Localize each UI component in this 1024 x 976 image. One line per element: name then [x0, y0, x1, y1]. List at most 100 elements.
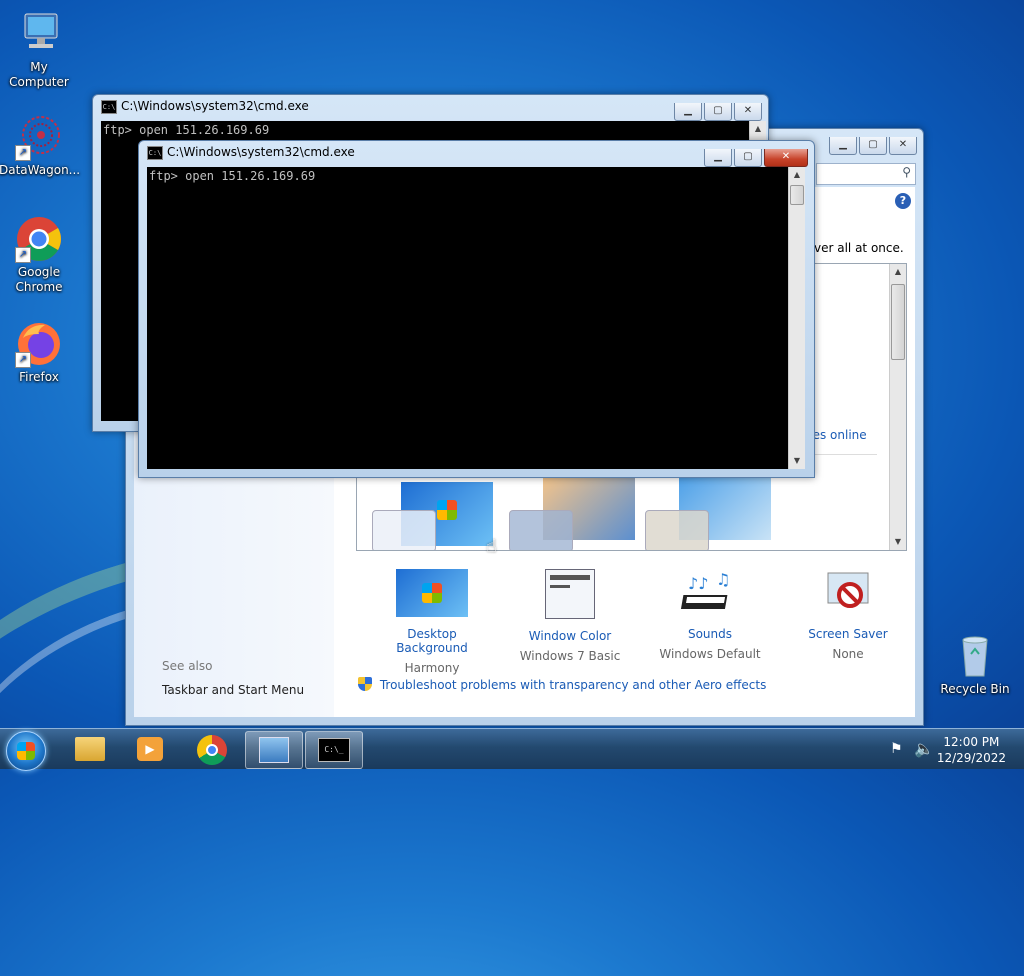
desktop-icon-my-computer[interactable]: My Computer [0, 10, 79, 90]
close-button[interactable]: ✕ [889, 137, 917, 155]
window-color-link: Window Color [528, 629, 612, 643]
taskbar-cmd[interactable]: C:\_ [305, 731, 363, 769]
sounds-value: Windows Default [659, 647, 761, 661]
search-icon: ⚲ [902, 165, 911, 179]
window-caption-buttons: ▁ ▢ ✕ [704, 149, 808, 167]
close-button[interactable]: ✕ [734, 103, 762, 121]
media-player-icon: ▶ [137, 737, 163, 761]
desktop-icon-recycle-bin[interactable]: Recycle Bin [935, 632, 1015, 697]
windows-logo-icon [422, 583, 442, 603]
sounds-link: Sounds [687, 627, 733, 641]
windows-logo-icon [437, 500, 457, 520]
hand-cursor-icon: ☝ [486, 536, 497, 557]
desktop-icon-label: Recycle Bin [940, 682, 1010, 696]
troubleshoot-link[interactable]: Troubleshoot problems with transparency … [380, 678, 767, 692]
svg-text:♪♪: ♪♪ [688, 574, 708, 593]
minimize-button[interactable]: ▁ [829, 137, 857, 155]
control-panel-icon [259, 737, 289, 763]
desktop-icon-firefox[interactable]: ↗ Firefox [0, 320, 79, 385]
search-box[interactable]: ⚲ [816, 163, 916, 185]
clock-date: 12/29/2022 [936, 751, 1006, 765]
window-caption-buttons: ▁ ▢ ✕ [829, 137, 917, 155]
taskbar-chrome[interactable] [184, 731, 240, 767]
cmd-back-titlebar[interactable]: C:\ C:\Windows\system32\cmd.exe [93, 95, 768, 119]
cmd-front-title: C:\Windows\system32\cmd.exe [167, 145, 355, 159]
console-line: ftp> open 151.26.169.69 [149, 169, 316, 183]
window-color-bar [550, 585, 570, 588]
taskbar: ▶ C:\_ ⚑ 🔈 12:00 PM 12/29/2022 [0, 728, 1024, 771]
window-color-value: Windows 7 Basic [519, 649, 621, 663]
cmd-front-console[interactable]: ftp> open 151.26.169.69 [147, 167, 788, 469]
troubleshoot-row[interactable]: Troubleshoot problems with transparency … [358, 677, 766, 692]
shortcut-arrow-icon: ↗ [15, 352, 31, 368]
scroll-up-arrow[interactable]: ▲ [750, 121, 766, 137]
scroll-up-arrow[interactable]: ▲ [890, 264, 906, 280]
help-icon[interactable]: ? [895, 193, 911, 209]
taskbar-explorer[interactable] [62, 731, 118, 767]
taskbar-control-panel[interactable] [245, 731, 303, 769]
scroll-down-arrow[interactable]: ▼ [789, 453, 805, 469]
desktop-background-tile[interactable]: Desktop Background Harmony [370, 569, 494, 675]
desktop-background-link: Desktop Background [396, 627, 468, 655]
clock-time: 12:00 PM [943, 735, 1000, 749]
cmd-back-title: C:\Windows\system32\cmd.exe [121, 99, 309, 113]
maximize-button[interactable]: ▢ [734, 149, 762, 167]
maximize-button[interactable]: ▢ [859, 137, 887, 155]
sounds-tile[interactable]: ♪♪ ♫ Sounds Windows Default [648, 569, 772, 661]
windows-logo-icon [17, 742, 35, 760]
intro-text-fragment: ver all at once. [814, 241, 904, 255]
window-color-tile[interactable]: Window Color Windows 7 Basic [508, 569, 632, 663]
scroll-thumb[interactable] [891, 284, 905, 360]
chrome-icon [197, 735, 227, 765]
cmd-icon: C:\_ [318, 738, 350, 762]
folder-icon [75, 737, 105, 761]
desktop-icon-datawagon[interactable]: ↗ DataWagon... [0, 113, 81, 178]
action-center-flag-icon[interactable]: ⚑ [890, 741, 903, 757]
window-color-icon [545, 569, 595, 619]
datawagon-icon: ↗ [15, 113, 63, 161]
shortcut-arrow-icon: ↗ [15, 145, 31, 161]
scroll-thumb[interactable] [790, 185, 804, 205]
see-also-heading: See also [162, 659, 213, 673]
scroll-up-arrow[interactable]: ▲ [789, 167, 805, 183]
sounds-icon: ♪♪ ♫ [674, 569, 746, 617]
taskbar-clock[interactable]: 12:00 PM 12/29/2022 [937, 734, 1006, 766]
cmd-icon: C:\ [147, 146, 163, 160]
volume-icon[interactable]: 🔈 [914, 739, 934, 758]
theme-color-swatch [645, 510, 709, 550]
cmd-window-front[interactable]: C:\ C:\Windows\system32\cmd.exe ▁ ▢ ✕ ft… [138, 140, 815, 478]
desktop-background-icon [396, 569, 468, 617]
cmd-front-scrollbar[interactable]: ▲ ▼ [788, 167, 805, 469]
chrome-icon: ↗ [15, 215, 63, 263]
cmd-icon: C:\ [101, 100, 117, 114]
themes-scrollbar[interactable]: ▲ ▼ [889, 264, 906, 550]
taskbar-media-player[interactable]: ▶ [122, 731, 178, 767]
close-button[interactable]: ✕ [764, 149, 808, 167]
maximize-button[interactable]: ▢ [704, 103, 732, 121]
window-color-bar [550, 575, 590, 580]
svg-text:♫: ♫ [716, 570, 730, 589]
uac-shield-icon [358, 677, 372, 691]
desktop-background-value: Harmony [404, 661, 460, 675]
desktop-icon-label: DataWagon... [0, 163, 81, 177]
scroll-down-arrow[interactable]: ▼ [890, 534, 906, 550]
theme-color-swatch [509, 510, 573, 550]
recycle-bin-icon [951, 632, 999, 680]
window-caption-buttons: ▁ ▢ ✕ [674, 103, 762, 121]
console-line: ftp> open 151.26.169.69 [103, 123, 270, 137]
theme-color-swatch [372, 510, 436, 550]
taskbar-start-menu-link[interactable]: Taskbar and Start Menu [162, 683, 304, 697]
shortcut-arrow-icon: ↗ [15, 247, 31, 263]
screen-saver-link: Screen Saver [808, 627, 888, 641]
minimize-button[interactable]: ▁ [704, 149, 732, 167]
start-button[interactable] [6, 731, 46, 771]
screen-saver-tile[interactable]: Screen Saver None [786, 569, 910, 661]
desktop-icon-google-chrome[interactable]: ↗ Google Chrome [0, 215, 79, 295]
desktop-icon-label: Google Chrome [15, 265, 63, 294]
desktop-icon-label: My Computer [9, 60, 69, 89]
firefox-icon: ↗ [15, 320, 63, 368]
screen-saver-icon [812, 569, 884, 617]
desktop-icon-label: Firefox [19, 370, 59, 384]
chrome-center [206, 744, 218, 756]
minimize-button[interactable]: ▁ [674, 103, 702, 121]
